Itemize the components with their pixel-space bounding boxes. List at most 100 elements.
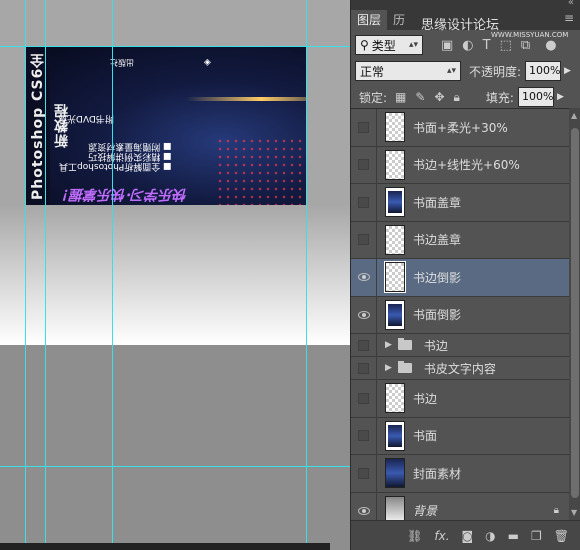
- tab-layers[interactable]: 图层: [351, 10, 388, 30]
- visibility-toggle[interactable]: [351, 221, 377, 258]
- status-strip: [0, 543, 330, 550]
- layer-row[interactable]: 书面盖章: [351, 184, 569, 222]
- layers-scrollbar[interactable]: ▲ ▼: [569, 108, 580, 520]
- folder-icon[interactable]: ▬: [508, 529, 519, 543]
- link-icon[interactable]: ⛓: [407, 529, 422, 543]
- filter-type-dropdown[interactable]: ⚲ 类型 ▴▾: [355, 35, 423, 55]
- layers-panel: « 图层 历 思缘设计论坛 WWW.MISSYUAN.COM ≡ ⚲ 类型 ▴▾…: [350, 0, 580, 550]
- eye-icon: [357, 273, 370, 282]
- layer-name: 书边: [423, 338, 448, 353]
- hidden-box-icon: [358, 467, 369, 479]
- layer-thumbnail[interactable]: [385, 299, 405, 330]
- lock-image-icon[interactable]: ✎: [415, 90, 425, 105]
- layer-row[interactable]: 书边+线性光+60%: [351, 146, 569, 184]
- pixel-filter-icon[interactable]: ▣: [441, 38, 453, 53]
- guide-vertical[interactable]: [25, 0, 26, 550]
- layer-row[interactable]: 书面: [351, 417, 569, 455]
- visibility-toggle[interactable]: [351, 146, 377, 183]
- layer-thumbnail[interactable]: [385, 458, 405, 489]
- hidden-box-icon: [358, 234, 369, 246]
- new-layer-icon[interactable]: ❐: [531, 529, 542, 543]
- canvas-area[interactable]: 出版社 ◈ 附书DVD光盘 ■ 全面解析Photoshop工具 ■ 精彩实例讲解…: [0, 0, 350, 550]
- lock-position-icon[interactable]: ✥: [434, 90, 444, 105]
- visibility-toggle[interactable]: [351, 380, 377, 417]
- visibility-toggle[interactable]: [351, 259, 377, 296]
- filter-toggle-icon[interactable]: ●: [545, 38, 556, 53]
- folder-icon: [397, 361, 412, 373]
- layers-footer: ⛓ fx. ◙ ◑ ▬ ❐ 🗑︎: [351, 520, 580, 550]
- opacity-input[interactable]: 100%: [525, 61, 562, 81]
- layer-name: 书面盖章: [413, 195, 462, 210]
- visibility-toggle[interactable]: [351, 109, 377, 146]
- visibility-toggle[interactable]: [351, 184, 377, 221]
- panel-menu-icon[interactable]: ≡: [564, 11, 574, 25]
- mask-icon[interactable]: ◙: [462, 529, 474, 543]
- guide-vertical[interactable]: [112, 0, 113, 550]
- blend-mode-dropdown[interactable]: 正常 ▴▾: [355, 61, 461, 81]
- layer-thumbnail[interactable]: [384, 261, 406, 294]
- layer-thumbnail[interactable]: [385, 149, 405, 180]
- layer-thumbnail[interactable]: [385, 420, 405, 451]
- bullet-item: ■ 精彩实例讲解技巧: [88, 151, 172, 161]
- eye-icon: [357, 310, 370, 319]
- layer-row[interactable]: 书边: [351, 380, 569, 418]
- adjustment-icon[interactable]: ◑: [485, 529, 495, 543]
- search-icon: ⚲: [360, 38, 369, 52]
- lock-label: 锁定:: [359, 90, 388, 105]
- bullet-item: ■ 全面解析Photoshop工具: [59, 161, 172, 171]
- type-filter-icon[interactable]: T: [483, 38, 491, 53]
- layer-thumbnail[interactable]: [385, 112, 405, 143]
- trash-icon[interactable]: 🗑︎: [554, 529, 569, 543]
- expand-arrow-icon[interactable]: ▶: [385, 363, 392, 373]
- guide-horizontal[interactable]: [0, 466, 350, 467]
- layer-row[interactable]: 书边盖章: [351, 221, 569, 259]
- guide-vertical[interactable]: [45, 0, 46, 550]
- adjustment-filter-icon[interactable]: ◐: [462, 38, 473, 53]
- guide-vertical[interactable]: [306, 0, 307, 550]
- layer-row[interactable]: 书面倒影: [351, 296, 569, 334]
- scroll-up-icon[interactable]: ▲: [571, 111, 577, 120]
- smart-object-filter-icon[interactable]: ⧉: [521, 38, 530, 53]
- scroll-thumb[interactable]: [571, 128, 579, 498]
- layer-row[interactable]: 书边倒影: [351, 259, 569, 297]
- layer-name: 书边盖章: [413, 233, 462, 248]
- eye-icon: [357, 506, 370, 515]
- hidden-box-icon: [358, 196, 369, 208]
- layer-group-row[interactable]: ▶ 书边: [351, 334, 569, 357]
- opacity-slider-icon[interactable]: ▶: [564, 66, 571, 76]
- layer-name: 书边: [413, 391, 438, 406]
- visibility-toggle[interactable]: [351, 455, 377, 492]
- visibility-toggle[interactable]: [351, 357, 377, 379]
- filter-icons: ▣ ◐ T ⬚ ⧉ ●: [441, 38, 557, 53]
- scroll-down-icon[interactable]: ▼: [571, 508, 577, 517]
- fx-icon[interactable]: fx.: [434, 529, 449, 543]
- bullet-list: ■ 全面解析Photoshop工具 ■ 精彩实例讲解技巧 ■ 附赠海量素材资源: [59, 141, 172, 171]
- layer-thumbnail[interactable]: [385, 383, 405, 414]
- shape-filter-icon[interactable]: ⬚: [500, 38, 512, 53]
- layer-thumbnail[interactable]: [385, 187, 405, 218]
- fill-input[interactable]: 100%: [517, 87, 554, 107]
- visibility-toggle[interactable]: [351, 334, 377, 356]
- lock-all-icon[interactable]: 🔒︎: [454, 90, 460, 105]
- layer-name: 背景: [413, 504, 438, 519]
- fill-slider-icon[interactable]: ▶: [557, 92, 564, 102]
- collapse-icon[interactable]: «: [568, 0, 574, 8]
- tab-history[interactable]: 历: [387, 10, 411, 30]
- lock-row: 锁定: ▦ ✎ ✥ 🔒︎ 填充: 100% ▶: [351, 84, 580, 110]
- hidden-box-icon: [358, 392, 369, 404]
- layer-row[interactable]: 封面素材: [351, 455, 569, 493]
- spine-text: Photoshop CS6全新教程: [30, 52, 70, 200]
- layer-thumbnail[interactable]: [385, 224, 405, 255]
- hidden-box-icon: [358, 362, 369, 374]
- publisher-logo-icon: ◈: [204, 57, 211, 67]
- guide-horizontal[interactable]: [0, 46, 350, 47]
- filter-type-label: 类型: [371, 38, 396, 53]
- layer-row[interactable]: 书面+柔光+30%: [351, 109, 569, 147]
- layer-name: 书边+线性光+60%: [413, 158, 520, 173]
- layer-group-row[interactable]: ▶ 书皮文字内容: [351, 357, 569, 380]
- lock-transparent-icon[interactable]: ▦: [395, 90, 406, 105]
- purple-slogan: 快乐学习·快乐掌握！: [56, 186, 188, 202]
- visibility-toggle[interactable]: [351, 296, 377, 333]
- visibility-toggle[interactable]: [351, 417, 377, 454]
- expand-arrow-icon[interactable]: ▶: [385, 340, 392, 350]
